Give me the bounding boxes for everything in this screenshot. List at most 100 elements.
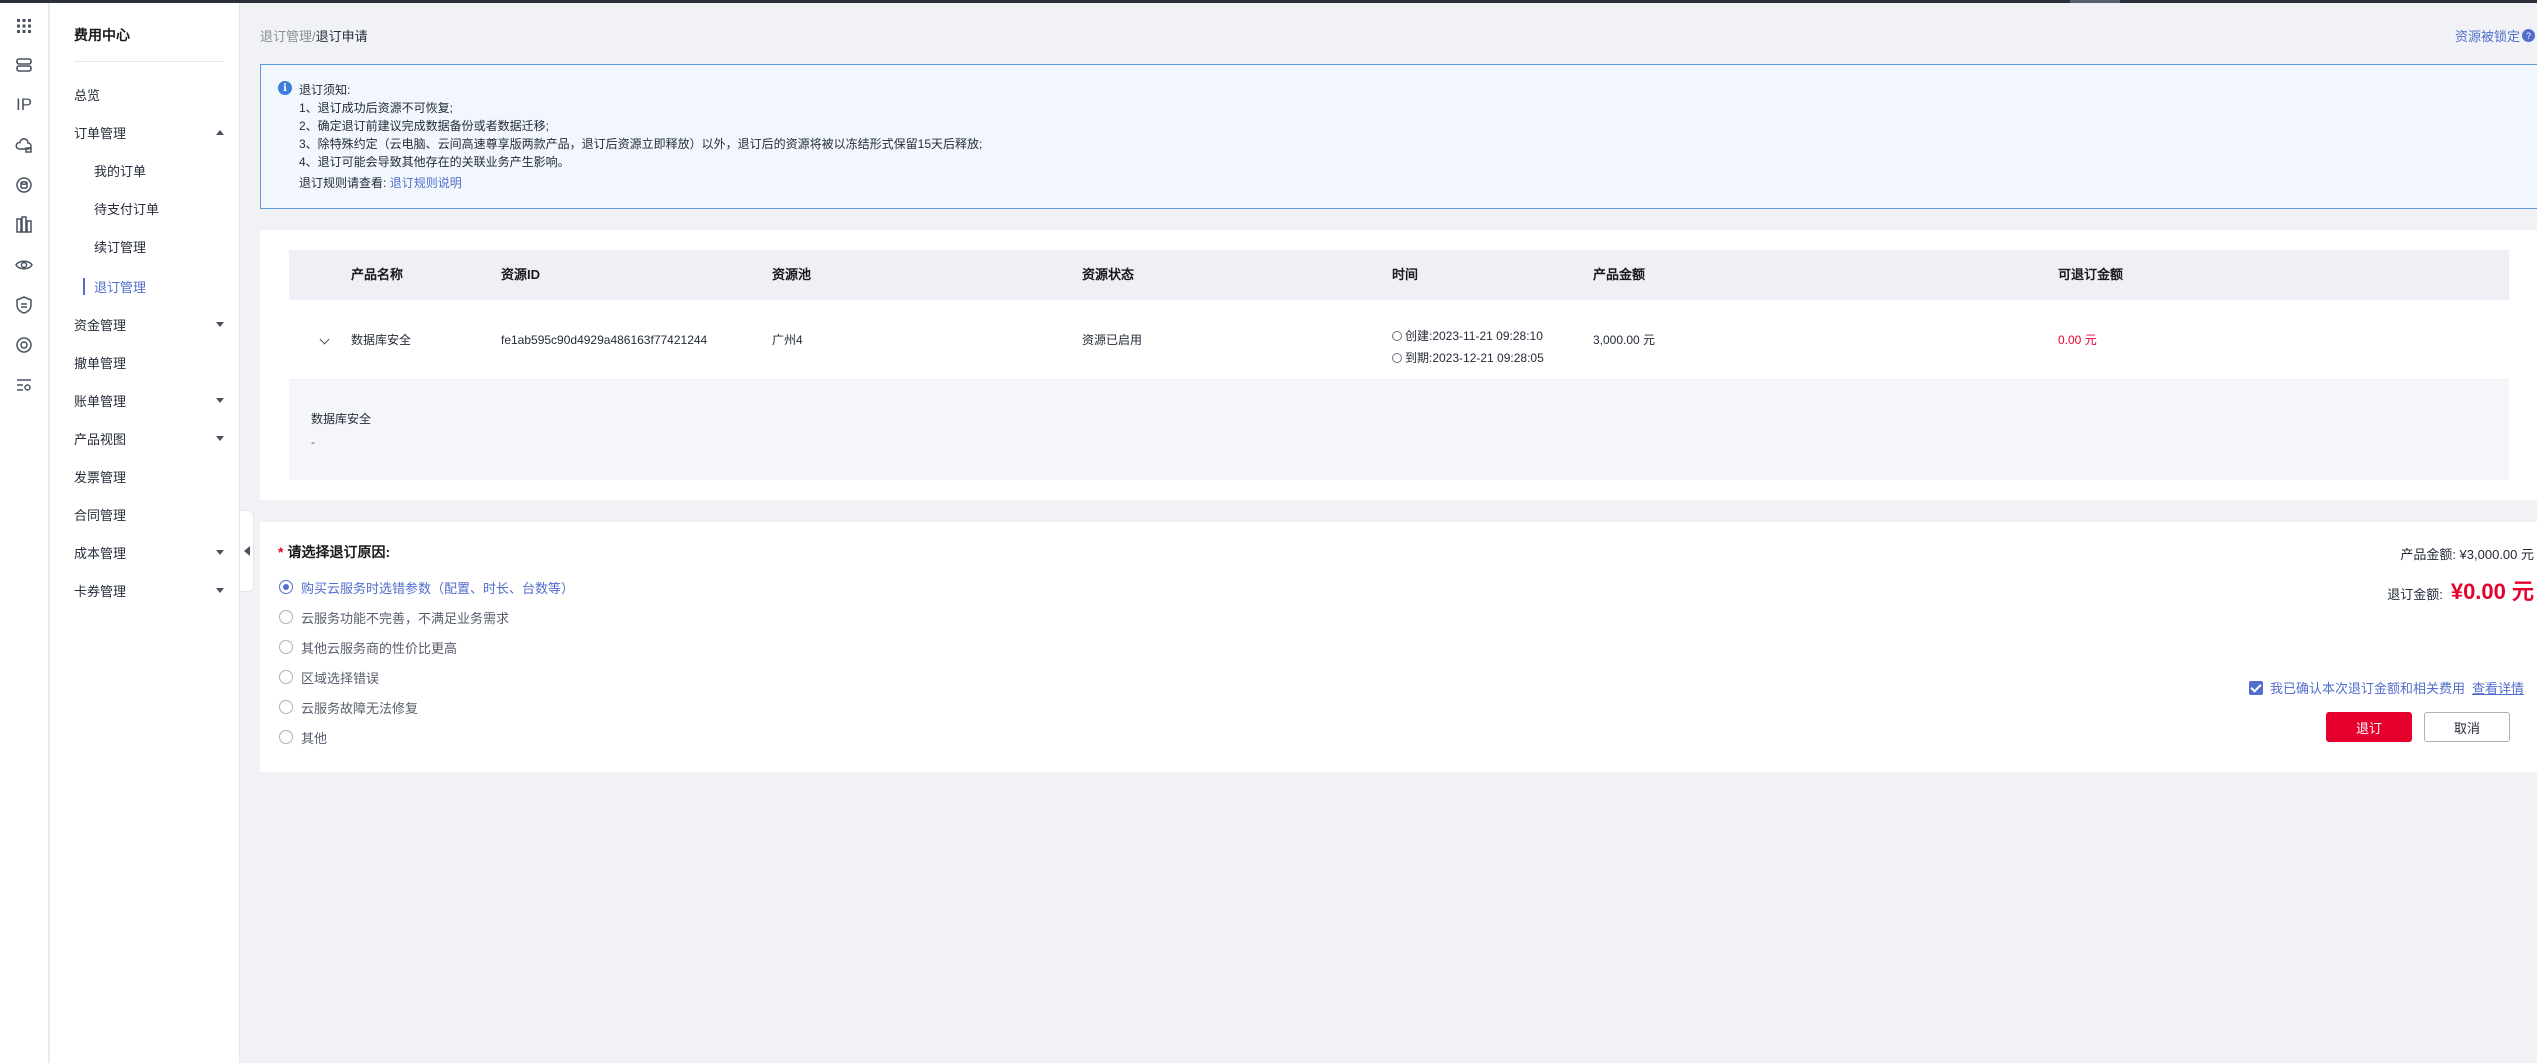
unsubscribe-button[interactable]: 退订 (2326, 712, 2412, 742)
sidebar-item-cost[interactable]: 成本管理 (74, 541, 224, 563)
column-header: 时间 (1392, 267, 1419, 282)
radio[interactable] (279, 640, 293, 654)
reason-option[interactable]: 其他云服务商的性价比更高 (279, 637, 457, 657)
list-search-icon[interactable] (12, 373, 36, 397)
notice-line: 3、除特殊约定（云电脑、云间高速尊享版两款产品，退订后资源立即释放）以外，退订后… (299, 137, 983, 151)
eye-network-icon[interactable] (12, 253, 36, 277)
column-header: 资源ID (501, 267, 541, 282)
notice-title: 退订须知: (299, 83, 351, 97)
icon-rail: IP (0, 3, 49, 1063)
view-details-link[interactable]: 查看详情 (2472, 678, 2524, 697)
apps-grid-icon[interactable] (12, 14, 36, 38)
cloud-lock-icon[interactable] (12, 133, 36, 157)
reason-option[interactable]: 云服务故障无法修复 (279, 697, 418, 717)
column-header: 可退订金额 (2058, 267, 2124, 282)
clock-icon (1392, 353, 1402, 363)
expire-time: 到期:2023-12-21 09:28:05 (1392, 347, 1544, 369)
breadcrumb-parent[interactable]: 退订管理 (260, 29, 312, 44)
confirm-checkbox-row[interactable]: 我已确认本次退订金额和相关费用 查看详情 (2248, 678, 2524, 697)
chevron-down-icon (216, 587, 224, 593)
row-expanded-details: 数据库安全 - (289, 380, 2509, 480)
help-icon: ? (2522, 29, 2536, 42)
chevron-up-icon (216, 129, 224, 135)
unsubscribe-reason-panel: * 请选择退订原因: 购买云服务时选错参数（配置、时长、台数等） 云服务功能不完善… (260, 522, 2537, 772)
active-indicator (83, 278, 85, 295)
column-header: 产品名称 (351, 267, 404, 282)
sidebar-item-pending-orders[interactable]: 待支付订单 (94, 197, 224, 219)
radio[interactable] (279, 670, 293, 684)
refund-label: 退订金额: (2387, 587, 2443, 602)
rules-prefix: 退订规则请查看: (299, 176, 387, 190)
refund-amount-row: 退订金额: ¥0.00 元 (2387, 574, 2534, 606)
expand-chevron-icon[interactable] (319, 334, 330, 345)
cell-amount: 3,000.00 元 (1593, 333, 1656, 347)
notice-line: 4、退订可能会导致其他存在的关联业务产生影响。 (299, 155, 570, 169)
expanded-value: - (311, 435, 315, 449)
top-bar (0, 0, 2537, 3)
chevron-down-icon (216, 397, 224, 403)
chevron-down-icon (216, 435, 224, 441)
column-header: 资源状态 (1082, 267, 1135, 282)
sidebar-item-invoices[interactable]: 发票管理 (74, 465, 224, 487)
breadcrumb: 退订管理/退订申请 (260, 26, 368, 45)
column-header: 产品金额 (1593, 267, 1646, 282)
reason-option[interactable]: 购买云服务时选错参数（配置、时长、台数等） (279, 577, 574, 597)
refund-amount: ¥0.00 元 (2450, 579, 2534, 604)
notice-line: 1、退订成功后资源不可恢复; (299, 101, 454, 115)
radio[interactable] (279, 730, 293, 744)
sidebar-divider (74, 61, 224, 62)
confirm-text: 我已确认本次退订金额和相关费用 (2269, 681, 2465, 696)
notice-line: 2、确定退订前建议完成数据备份或者数据迁移; (299, 119, 550, 133)
reason-title: * 请选择退订原因: (278, 544, 391, 560)
sidebar-item-my-orders[interactable]: 我的订单 (94, 159, 224, 181)
sidebar-item-product-view[interactable]: 产品视图 (74, 427, 224, 449)
sidebar-collapse-button[interactable] (240, 510, 254, 592)
cell-resource-id: fe1ab595c90d4929a486163f77421244 (501, 333, 708, 347)
product-amount: 产品金额: ¥3,000.00 元 (2400, 547, 2534, 562)
settings-circle-icon[interactable] (12, 333, 36, 357)
reason-option[interactable]: 其他 (279, 727, 327, 747)
sidebar-item-unsubscribe[interactable]: 退订管理 (94, 275, 224, 297)
database-circle-icon[interactable] (12, 173, 36, 197)
cell-pool: 广州4 (772, 333, 803, 347)
checkbox-checked[interactable] (2248, 680, 2263, 695)
sidebar-item-funds[interactable]: 资金管理 (74, 313, 224, 335)
resource-locked-link[interactable]: 资源被锁定? (2455, 26, 2536, 45)
building-icon[interactable] (12, 213, 36, 237)
notice-rules: 退订规则请查看: 退订规则说明 (299, 174, 462, 191)
sidebar-item-order-management[interactable]: 订单管理 (74, 121, 224, 143)
radio-selected[interactable] (279, 580, 293, 594)
sidebar-title: 费用中心 (74, 27, 130, 43)
unsubscribe-notice: i 退订须知: 1、退订成功后资源不可恢复; 2、确定退订前建议完成数据备份或者… (260, 64, 2537, 209)
cell-status: 资源已启用 (1082, 333, 1143, 347)
table-header: 产品名称 资源ID 资源池 资源状态 时间 产品金额 可退订金额 (289, 250, 2509, 300)
sidebar-item-withdraw[interactable]: 撤单管理 (74, 351, 224, 373)
rules-link[interactable]: 退订规则说明 (390, 176, 462, 190)
column-header: 资源池 (772, 267, 812, 282)
sidebar-item-bills[interactable]: 账单管理 (74, 389, 224, 411)
chevron-down-icon (216, 321, 224, 327)
shield-icon[interactable] (12, 293, 36, 317)
cell-refundable: 0.00 元 (2058, 333, 2097, 347)
clock-icon (1392, 331, 1402, 341)
chevron-down-icon (216, 549, 224, 555)
cancel-button[interactable]: 取消 (2424, 712, 2510, 742)
sidebar: 费用中心 总览 订单管理 我的订单 待支付订单 续订管理 退订管理 资金管理 撤… (50, 3, 240, 1063)
chevron-left-icon (243, 546, 250, 556)
breadcrumb-current: 退订申请 (315, 29, 368, 44)
radio[interactable] (279, 700, 293, 714)
resource-table-panel: 产品名称 资源ID 资源池 资源状态 时间 产品金额 可退订金额 数据库安全 f… (260, 230, 2537, 500)
sidebar-item-renewal[interactable]: 续订管理 (94, 235, 224, 257)
reason-option[interactable]: 区域选择错误 (279, 667, 379, 687)
created-time: 创建:2023-11-21 09:28:10 (1392, 325, 1544, 347)
info-icon: i (278, 81, 292, 95)
sidebar-item-contracts[interactable]: 合同管理 (74, 503, 224, 525)
reason-option[interactable]: 云服务功能不完善，不满足业务需求 (279, 607, 509, 627)
required-mark: * (278, 544, 284, 560)
radio[interactable] (279, 610, 293, 624)
ip-icon[interactable]: IP (12, 93, 36, 117)
cell-time: 创建:2023-11-21 09:28:10 到期:2023-12-21 09:… (1392, 325, 1544, 369)
sidebar-item-overview[interactable]: 总览 (74, 83, 224, 105)
sidebar-item-coupons[interactable]: 卡券管理 (74, 579, 224, 601)
server-icon[interactable] (12, 53, 36, 77)
